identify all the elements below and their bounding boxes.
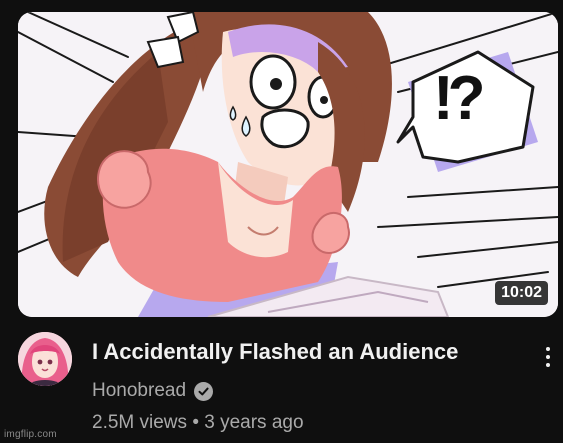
menu-dot bbox=[546, 347, 550, 351]
avatar-illustration bbox=[18, 332, 72, 386]
channel-avatar[interactable] bbox=[18, 332, 72, 386]
watermark: imgflip.com bbox=[4, 429, 57, 440]
upload-age: 3 years ago bbox=[204, 412, 304, 433]
more-vert-icon[interactable] bbox=[537, 343, 559, 371]
meta-separator: • bbox=[192, 412, 199, 433]
speech-bubble-text: !? bbox=[433, 64, 485, 133]
video-thumbnail[interactable]: !? 10:02 bbox=[18, 12, 558, 317]
duration-badge: 10:02 bbox=[495, 281, 548, 305]
view-count: 2.5M views bbox=[92, 412, 188, 433]
thumbnail-illustration bbox=[18, 12, 558, 317]
channel-name[interactable]: Honobread bbox=[92, 380, 186, 402]
menu-dot bbox=[546, 355, 550, 359]
video-card[interactable]: !? 10:02 I Accidentally Flashed an Audie… bbox=[0, 0, 563, 443]
menu-dot bbox=[546, 363, 550, 367]
video-title[interactable]: I Accidentally Flashed an Audience bbox=[92, 338, 458, 366]
channel-row: Honobread bbox=[92, 378, 214, 404]
video-meta: 2.5M views • 3 years ago bbox=[92, 411, 304, 435]
verified-check-icon bbox=[194, 381, 214, 401]
